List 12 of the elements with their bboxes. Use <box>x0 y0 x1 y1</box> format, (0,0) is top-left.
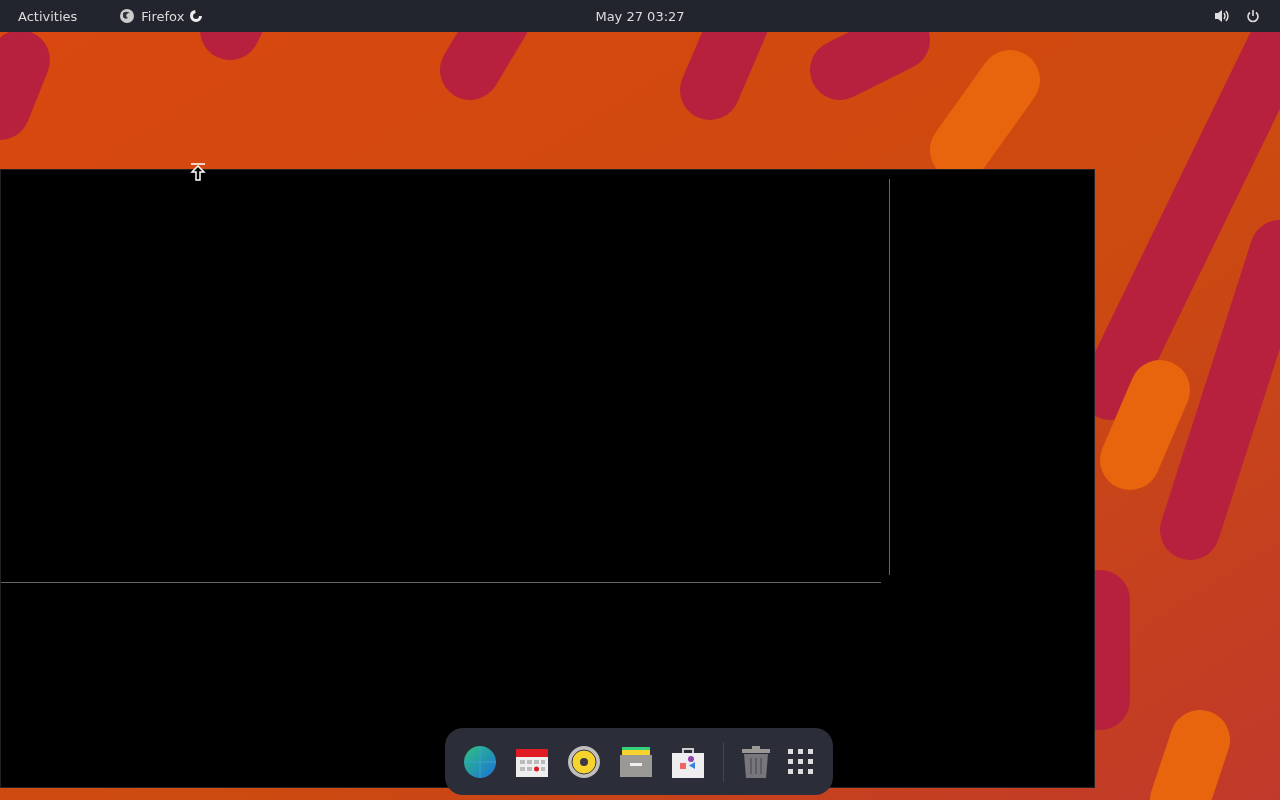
app-grid-icon[interactable] <box>788 748 814 775</box>
volume-icon[interactable] <box>1214 9 1230 23</box>
globe-icon[interactable] <box>463 744 497 779</box>
speaker-icon[interactable] <box>567 744 601 779</box>
power-icon[interactable] <box>1246 9 1260 23</box>
app-menu-label[interactable]: Firefox <box>141 8 185 24</box>
loading-spinner-icon <box>190 10 203 22</box>
clock[interactable]: May 27 03:27 <box>595 8 685 24</box>
trash-icon[interactable] <box>742 745 770 778</box>
move-cursor-icon <box>190 163 206 182</box>
activities-button[interactable]: Activities <box>18 8 78 24</box>
file-cabinet-icon[interactable] <box>619 745 653 778</box>
